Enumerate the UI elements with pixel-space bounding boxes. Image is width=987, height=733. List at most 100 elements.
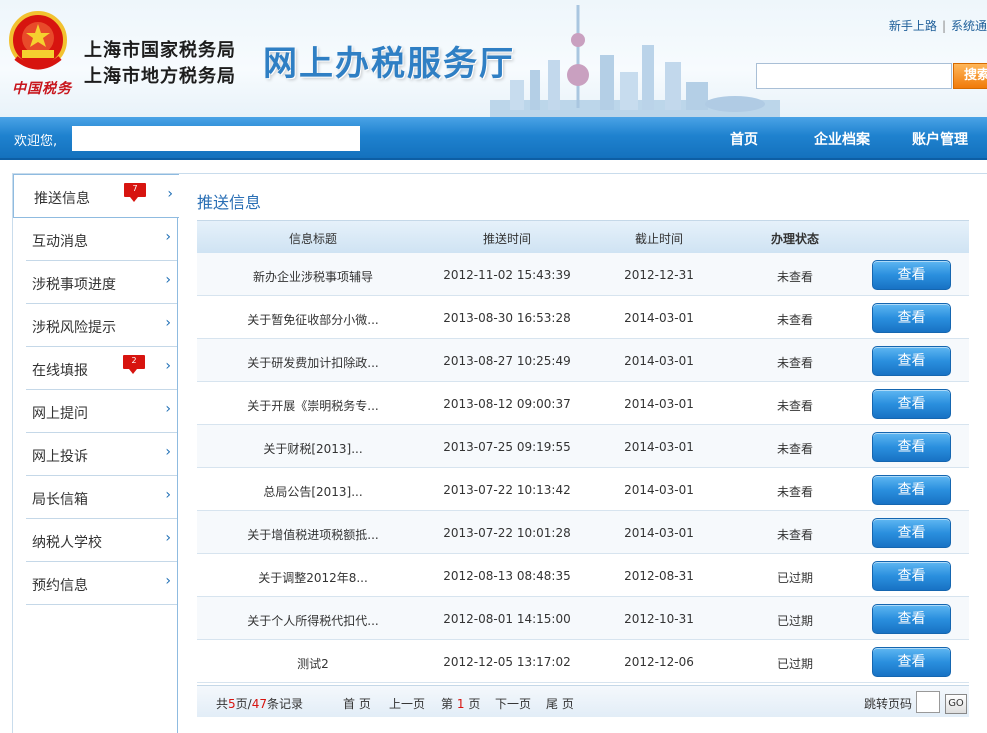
view-button[interactable]: 查看	[872, 260, 951, 290]
bureau-name-national: 上海市国家税务局	[84, 40, 236, 61]
summary-mid: 页/	[235, 697, 252, 711]
nav-home[interactable]: 首页	[730, 129, 758, 149]
nav-bar: 欢迎您, 首页 企业档案 账户管理	[0, 117, 987, 160]
column-header-title: 信息标题	[288, 232, 337, 246]
notification-badge: 7	[124, 183, 146, 202]
table-row: 关于调整2012年8... 2012-08-13 08:48:35 2012-0…	[197, 554, 969, 597]
city-skyline-image	[490, 5, 780, 117]
notification-badge: 2	[123, 355, 145, 374]
cell-status: 已过期	[776, 657, 813, 671]
table-row: 关于个人所得税代扣代... 2012-08-01 14:15:00 2012-1…	[197, 597, 969, 640]
sidebar-item-online-filing[interactable]: 在线填报 2 ›	[26, 347, 177, 390]
sidebar-item-push-info[interactable]: 推送信息 7 ›	[13, 174, 179, 218]
cell-title: 关于财税[2013]...	[263, 442, 363, 456]
chevron-right-icon: ›	[167, 186, 173, 202]
cell-status: 未查看	[776, 442, 813, 456]
first-page-link[interactable]: 首 页	[343, 695, 371, 712]
cell-push-time: 2013-08-12 09:00:37	[443, 397, 571, 411]
link-separator: |	[941, 19, 946, 33]
view-button[interactable]: 查看	[872, 389, 951, 419]
view-button[interactable]: 查看	[872, 346, 951, 376]
table-row: 关于开展《崇明税务专... 2013-08-12 09:00:37 2014-0…	[197, 382, 969, 425]
record-summary: 共5页/47条记录	[216, 695, 303, 712]
cell-status: 未查看	[776, 528, 813, 542]
nav-company-archive[interactable]: 企业档案	[814, 129, 870, 149]
pagination-bar: 共5页/47条记录 首 页 上一页 第 1 页 下一页 尾 页 跳转页码 GO	[197, 685, 969, 717]
beginner-guide-link[interactable]: 新手上路	[889, 19, 937, 33]
sidebar-item-label: 推送信息	[34, 191, 90, 207]
table-row: 关于增值税进项税额抵... 2013-07-22 10:01:28 2014-0…	[197, 511, 969, 554]
cell-due-time: 2014-03-01	[624, 397, 694, 411]
total-records: 47	[251, 697, 267, 711]
search-input[interactable]	[756, 63, 952, 89]
sidebar-item-label: 纳税人学校	[32, 535, 102, 551]
chevron-right-icon: ›	[165, 573, 171, 589]
sidebar-item-label: 涉税风险提示	[32, 320, 116, 336]
sidebar-item-online-complaint[interactable]: 网上投诉 ›	[26, 433, 177, 476]
view-button[interactable]: 查看	[872, 604, 951, 634]
cell-status: 未查看	[776, 356, 813, 370]
chevron-right-icon: ›	[165, 358, 171, 374]
sidebar-item-online-question[interactable]: 网上提问 ›	[26, 390, 177, 433]
cell-push-time: 2013-07-22 10:13:42	[443, 483, 571, 497]
current-page: 1	[456, 697, 465, 711]
view-button[interactable]: 查看	[872, 561, 951, 591]
sidebar-item-tax-progress[interactable]: 涉税事项进度 ›	[26, 261, 177, 304]
cell-push-time: 2013-08-30 16:53:28	[443, 311, 571, 325]
cell-status: 未查看	[776, 399, 813, 413]
cell-title: 新办企业涉税事项辅导	[252, 270, 373, 284]
username-redacted	[72, 126, 360, 151]
goto-page-input[interactable]	[916, 691, 940, 713]
bureau-name-local: 上海市地方税务局	[84, 66, 236, 87]
cell-title: 关于暂免征收部分小微...	[247, 313, 379, 327]
table-row: 关于暂免征收部分小微... 2013-08-30 16:53:28 2014-0…	[197, 296, 969, 339]
cell-push-time: 2012-08-13 08:48:35	[443, 569, 571, 583]
last-page-link[interactable]: 尾 页	[546, 695, 574, 712]
table-row: 总局公告[2013]... 2013-07-22 10:13:42 2014-0…	[197, 468, 969, 511]
go-button[interactable]: GO	[945, 694, 967, 714]
table-body: 新办企业涉税事项辅导 2012-11-02 15:43:39 2012-12-3…	[197, 253, 969, 683]
national-emblem-icon	[9, 11, 67, 70]
view-button[interactable]: 查看	[872, 647, 951, 677]
chevron-right-icon: ›	[165, 272, 171, 288]
current-page-indicator: 第 1 页	[441, 695, 480, 712]
sidebar: 推送信息 7 › 互动消息 › 涉税事项进度 › 涉税风险提示 › 在线填报 2…	[12, 173, 179, 733]
next-page-link[interactable]: 下一页	[495, 695, 531, 712]
prev-page-link[interactable]: 上一页	[389, 695, 425, 712]
sidebar-item-director-mailbox[interactable]: 局长信箱 ›	[26, 476, 177, 519]
cell-status: 未查看	[776, 270, 813, 284]
panel-top-border	[177, 173, 987, 174]
cell-push-time: 2012-08-01 14:15:00	[443, 612, 571, 626]
cell-title: 关于调整2012年8...	[258, 571, 368, 585]
cell-title: 总局公告[2013]...	[263, 485, 363, 499]
cell-due-time: 2012-08-31	[624, 569, 694, 583]
column-header-push-time: 推送时间	[482, 232, 531, 246]
cell-due-time: 2014-03-01	[624, 354, 694, 368]
table-row: 测试2 2012-12-05 13:17:02 2012-12-06 已过期 查…	[197, 640, 969, 683]
view-button[interactable]: 查看	[872, 518, 951, 548]
cell-due-time: 2014-03-01	[624, 440, 694, 454]
sidebar-item-tax-risk[interactable]: 涉税风险提示 ›	[26, 304, 177, 347]
cell-due-time: 2014-03-01	[624, 483, 694, 497]
view-button[interactable]: 查看	[872, 432, 951, 462]
goto-label: 跳转页码	[864, 697, 913, 711]
search-button[interactable]: 搜索	[953, 63, 987, 89]
site-title: 网上办税服务厅	[263, 44, 515, 84]
sidebar-item-interactive-messages[interactable]: 互动消息 ›	[26, 218, 177, 261]
sidebar-item-taxpayer-school[interactable]: 纳税人学校 ›	[26, 519, 177, 562]
sidebar-item-appointment[interactable]: 预约信息 ›	[26, 562, 177, 605]
view-button[interactable]: 查看	[872, 475, 951, 505]
view-button[interactable]: 查看	[872, 303, 951, 333]
sidebar-item-label: 在线填报	[32, 363, 88, 379]
cell-status: 已过期	[776, 614, 813, 628]
system-notice-link[interactable]: 系统通	[951, 19, 987, 33]
page-title: 推送信息	[197, 193, 262, 212]
nav-account-management[interactable]: 账户管理	[912, 129, 968, 149]
chevron-right-icon: ›	[165, 401, 171, 417]
emblem-text: 中国税务	[12, 81, 72, 97]
table-row: 关于研发费加计扣除政... 2013-08-27 10:25:49 2014-0…	[197, 339, 969, 382]
cell-title: 关于增值税进项税额抵...	[247, 528, 379, 542]
cell-due-time: 2014-03-01	[624, 311, 694, 325]
welcome-text: 欢迎您,	[14, 134, 58, 149]
cell-title: 关于个人所得税代扣代...	[247, 614, 379, 628]
